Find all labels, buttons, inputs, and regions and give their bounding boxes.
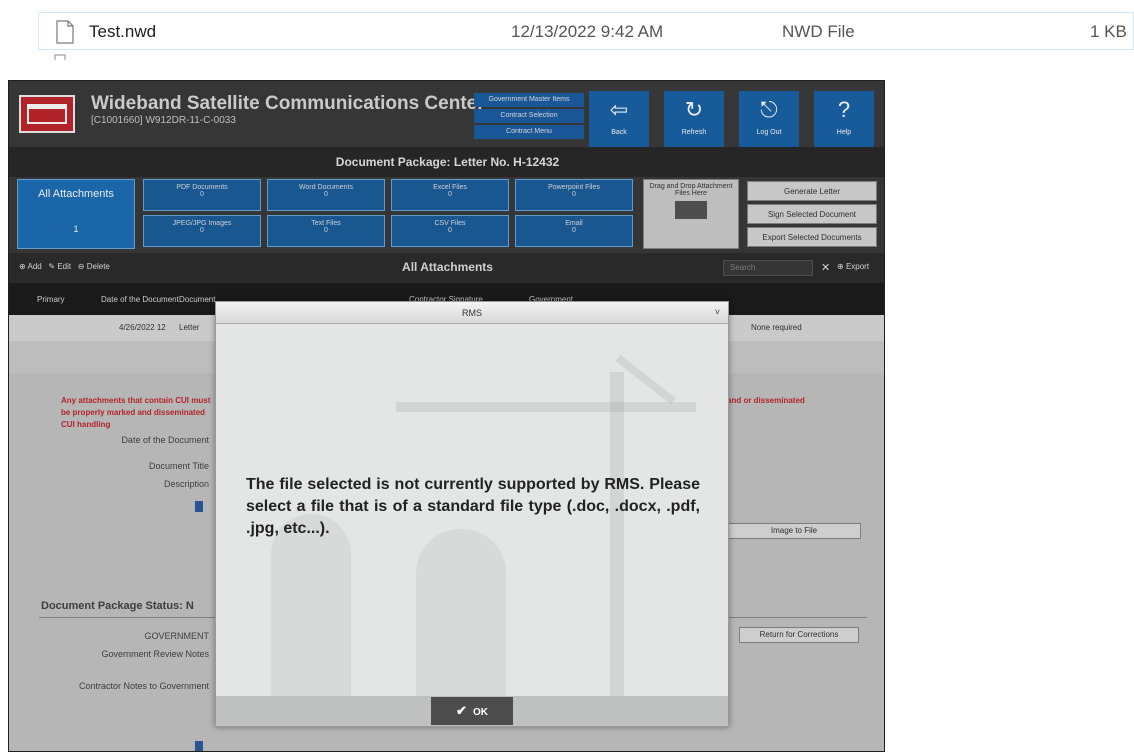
dialog-message: The file selected is not currently suppo… bbox=[246, 476, 700, 537]
dialog-footer: ✔ OK bbox=[216, 696, 728, 726]
file-type: NWD File bbox=[782, 22, 855, 41]
screenshot-root: Test.nwd 12/13/2022 9:42 AM NWD File 1 K… bbox=[0, 0, 1134, 752]
file-icon bbox=[56, 20, 74, 44]
ok-button[interactable]: ✔ OK bbox=[431, 697, 513, 725]
dialog-body: The file selected is not currently suppo… bbox=[216, 324, 728, 696]
checkmark-icon: ✔ bbox=[456, 703, 467, 718]
handshake-background-image bbox=[271, 514, 351, 696]
file-name: Test.nwd bbox=[89, 22, 157, 41]
dialog-title: RMS bbox=[216, 302, 728, 324]
explorer-file-row[interactable]: Test.nwd 12/13/2022 9:42 AM NWD File 1 K… bbox=[38, 12, 1134, 50]
explorer-row-cut bbox=[0, 0, 1134, 8]
file-date-modified: 12/13/2022 9:42 AM bbox=[511, 22, 664, 41]
rms-alert-dialog: RMS ˅ The file selected is not currently… bbox=[215, 301, 729, 727]
dialog-collapse-icon[interactable]: ˅ bbox=[715, 307, 720, 317]
file-size: 1 KB bbox=[1090, 22, 1127, 41]
file-icon bbox=[54, 54, 66, 60]
